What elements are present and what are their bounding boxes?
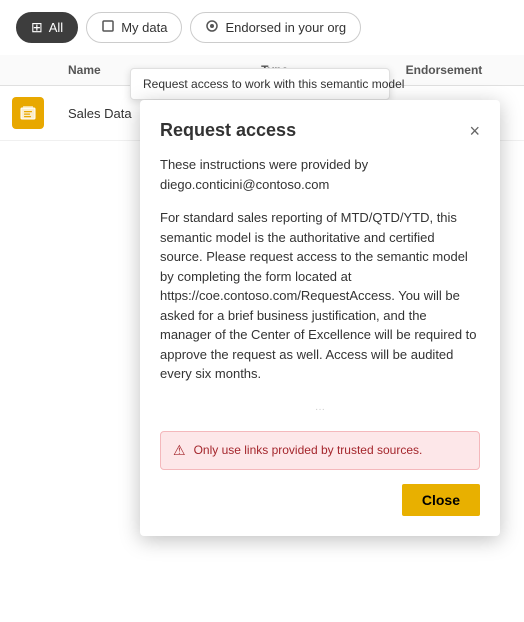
request-access-modal: Request access × These instructions were… <box>140 100 500 536</box>
mydata-icon <box>101 19 115 36</box>
row-name: Sales Data <box>68 106 132 121</box>
modal-body: These instructions were provided by dieg… <box>160 155 480 470</box>
filter-endorsed-label: Endorsed in your org <box>225 20 346 35</box>
row-icon <box>12 97 44 129</box>
modal-close-button[interactable]: × <box>469 122 480 140</box>
modal-title: Request access <box>160 120 296 141</box>
filter-endorsed-button[interactable]: Endorsed in your org <box>190 12 361 43</box>
modal-para2: For standard sales reporting of MTD/QTD/… <box>160 208 480 384</box>
scroll-hint: ··· <box>160 398 480 421</box>
tooltip-text: Request access to work with this semanti… <box>143 77 404 91</box>
tooltip-box: Request access to work with this semanti… <box>130 68 390 100</box>
modal-header: Request access × <box>160 120 480 141</box>
filter-mydata-label: My data <box>121 20 167 35</box>
filter-all-button[interactable]: ⊞ All <box>16 12 78 43</box>
col-endorsement-header: Endorsement <box>394 55 524 86</box>
filter-mydata-button[interactable]: My data <box>86 12 182 43</box>
filter-bar: ⊞ All My data Endorsed in your org <box>0 0 524 55</box>
modal-para1: These instructions were provided by dieg… <box>160 155 480 194</box>
modal-footer: Close <box>160 484 480 516</box>
warning-banner: ⚠ Only use links provided by trusted sou… <box>160 431 480 470</box>
filter-all-label: All <box>49 20 63 35</box>
tooltip-container: Request access to work with this semanti… <box>130 68 390 100</box>
modal-close-btn[interactable]: Close <box>402 484 480 516</box>
all-icon: ⊞ <box>31 19 43 36</box>
page-container: ⊞ All My data Endorsed in your org Requ <box>0 0 524 622</box>
row-icon-cell <box>0 86 56 141</box>
endorsed-icon <box>205 19 219 36</box>
col-icon-header <box>0 55 56 86</box>
warning-icon: ⚠ <box>173 440 186 461</box>
warning-text: Only use links provided by trusted sourc… <box>194 441 423 459</box>
